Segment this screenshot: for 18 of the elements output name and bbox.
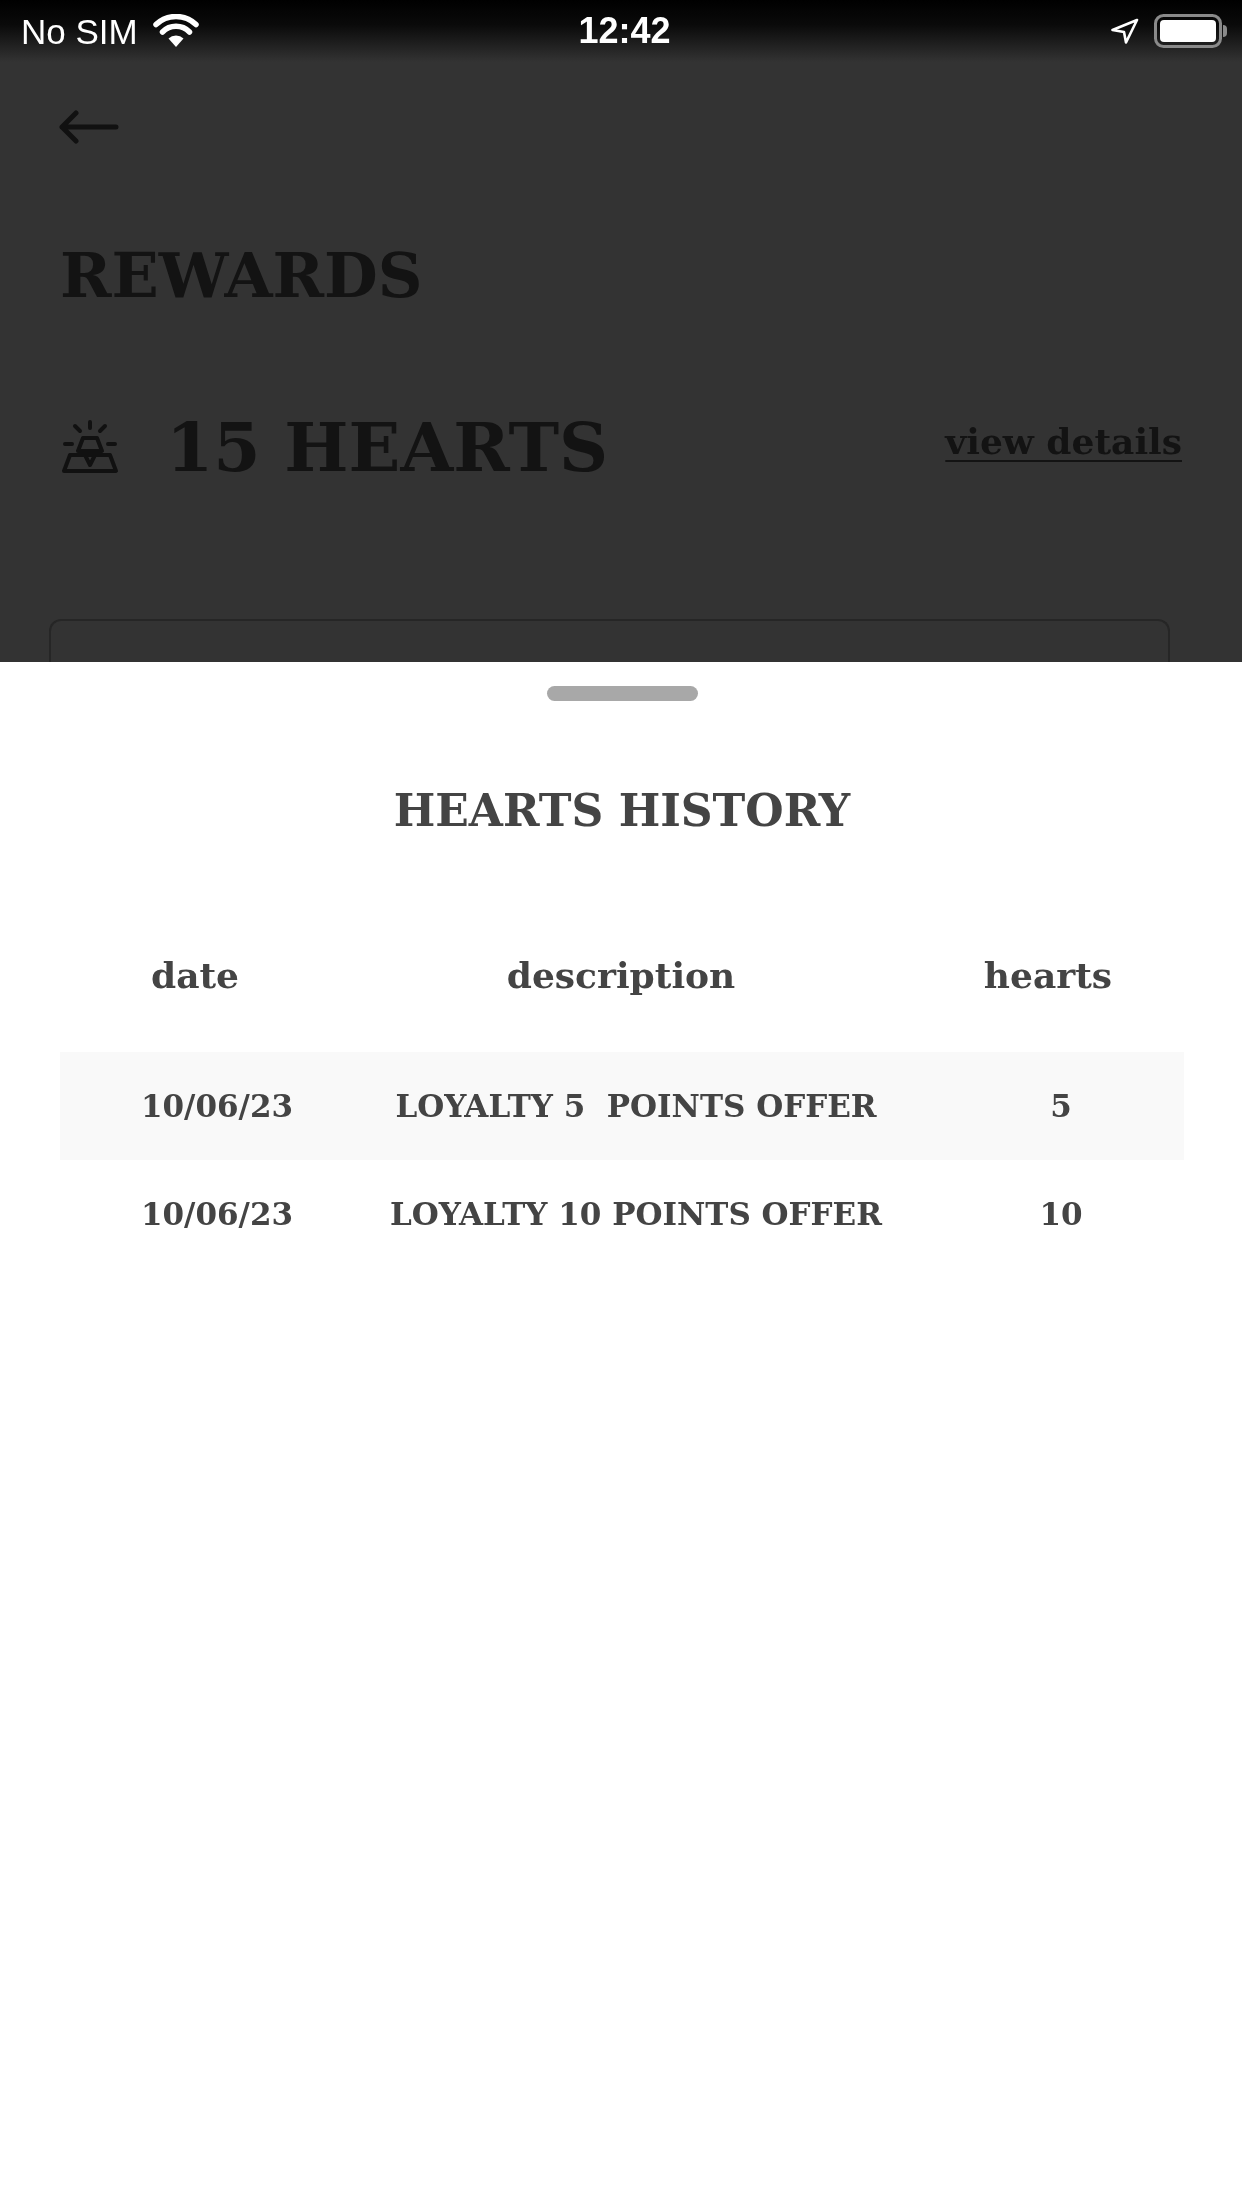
description-cell: LOYALTY 5 POINTS OFFER [395, 1090, 877, 1122]
back-arrow-icon[interactable] [58, 110, 120, 144]
location-arrow-icon [1110, 18, 1139, 44]
carrier-label: No SIM [21, 13, 138, 49]
description-cell: LOYALTY 10 POINTS OFFER [390, 1198, 882, 1230]
sheet-title: HEARTS HISTORY [393, 789, 851, 833]
ingot-stack-icon [60, 420, 120, 474]
battery-icon [1154, 14, 1228, 48]
date-cell: 10/06/23 [140, 1090, 294, 1122]
status-time: 12:42 [578, 13, 671, 49]
wifi-icon [152, 14, 199, 48]
hearts-cell: 10 [1039, 1198, 1083, 1230]
column-header: date [151, 957, 239, 993]
drag-handle[interactable] [546, 686, 698, 701]
column-header: description [506, 957, 736, 993]
column-header: hearts [983, 957, 1113, 993]
hearts-cell: 5 [1050, 1090, 1072, 1122]
date-cell: 10/06/23 [140, 1198, 294, 1230]
